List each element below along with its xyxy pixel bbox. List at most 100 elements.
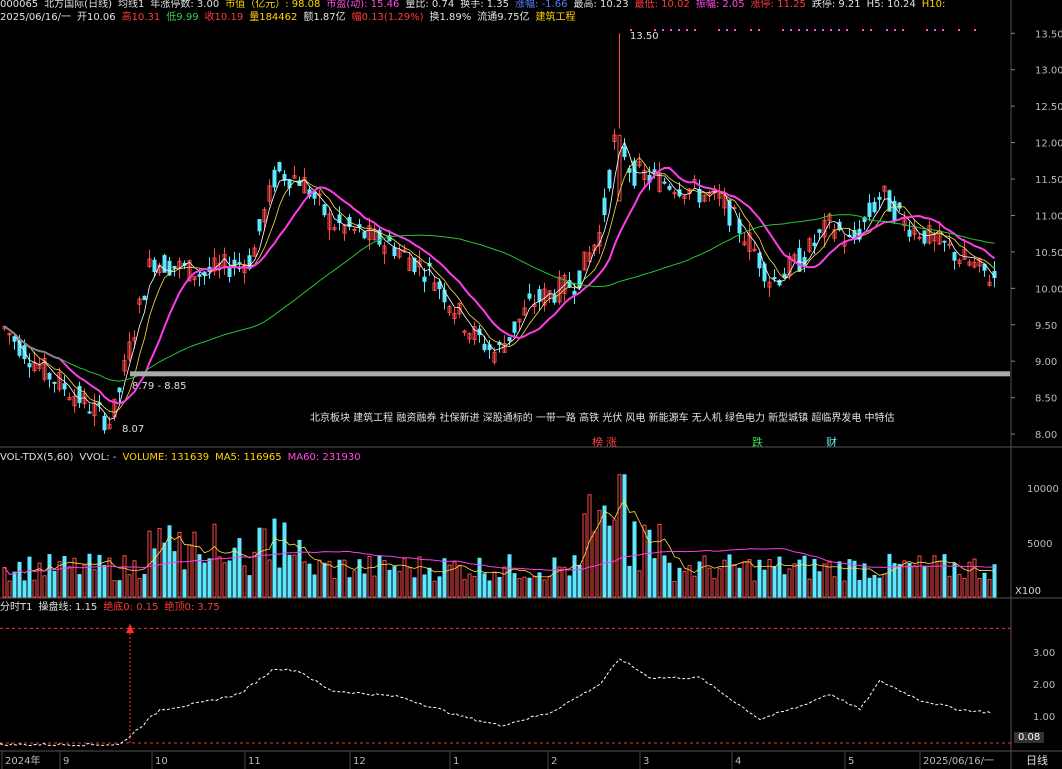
volume-bar <box>547 575 552 598</box>
candle-body <box>52 381 57 384</box>
x-tick-label: 2024年 <box>5 754 40 767</box>
volume-bar <box>907 563 912 598</box>
volume-bar <box>42 575 47 598</box>
x-tick-label: 3 <box>643 756 649 767</box>
candle-body <box>537 289 542 302</box>
signal-dot <box>934 29 936 31</box>
volume-bar <box>207 558 212 598</box>
candle-body <box>867 202 872 217</box>
candle-body <box>87 411 92 414</box>
signal-dot <box>926 29 928 31</box>
price-tick-label: 10.00 <box>1035 284 1062 295</box>
volume-bar <box>292 554 297 598</box>
volume-bar <box>727 554 732 598</box>
volume-bar <box>352 570 357 598</box>
volume-bar <box>987 579 992 598</box>
volume-bar <box>872 574 877 598</box>
volume-bar <box>452 561 457 598</box>
candle-body <box>12 336 17 342</box>
volume-bar <box>732 564 737 598</box>
volume-bar <box>477 557 482 598</box>
volume-bar <box>512 573 517 598</box>
signal-dot <box>902 29 904 31</box>
volume-bar <box>632 521 637 598</box>
x-tick-label: 1 <box>453 756 459 767</box>
signal-dot <box>758 29 760 31</box>
signal-dot <box>782 29 784 31</box>
candle-body <box>872 201 877 213</box>
volume-bar <box>2 566 7 598</box>
signal-dot <box>750 29 752 31</box>
volume-bar <box>592 531 597 598</box>
volume-bar <box>747 559 752 598</box>
volume-bar <box>947 575 952 598</box>
volume-bar <box>377 555 382 598</box>
signal-dot <box>846 29 848 31</box>
candle-body <box>697 188 702 203</box>
signal-dot <box>726 29 728 31</box>
volume-bar <box>882 573 887 598</box>
x-tick-label: 10 <box>155 756 168 767</box>
volume-bar <box>272 518 277 598</box>
signal-dot <box>630 29 632 31</box>
volume-bar <box>387 569 392 598</box>
candle-body <box>62 383 67 390</box>
chart-canvas[interactable]: 8.008.509.009.5010.0010.5011.0011.5012.0… <box>0 0 1062 769</box>
volume-bar <box>637 570 642 598</box>
candle-body <box>277 162 282 172</box>
volume-bar <box>287 554 292 598</box>
candle-body <box>952 252 957 261</box>
price-tick-label: 11.50 <box>1035 175 1062 186</box>
candle-body <box>602 197 607 216</box>
signal-dot <box>886 29 888 31</box>
x-tick-label: 12 <box>353 756 366 767</box>
volume-bar <box>532 575 537 598</box>
volume-bar <box>502 566 507 598</box>
volume-bar <box>47 554 52 598</box>
signal-dot <box>814 29 816 31</box>
volume-bar <box>432 580 437 598</box>
volume-bar <box>142 573 147 598</box>
x-tick-label: 5 <box>848 756 854 767</box>
volume-bar <box>162 542 167 598</box>
volume-bar <box>992 564 997 598</box>
volume-bar <box>437 576 442 598</box>
volume-bar <box>617 474 622 598</box>
volume-bar <box>237 538 242 598</box>
candle-body <box>552 294 557 303</box>
candle-body <box>757 252 762 269</box>
signal-dot <box>686 29 688 31</box>
volume-bar <box>657 524 662 598</box>
price-tick-label: 12.50 <box>1035 102 1062 113</box>
candle-body <box>482 343 487 351</box>
candle-body <box>897 202 902 209</box>
ma-line <box>4 141 995 421</box>
signal-dot <box>662 29 664 31</box>
volume-bar <box>602 505 607 598</box>
volume-bar <box>72 557 77 598</box>
volume-bar <box>82 564 87 598</box>
signal-dot <box>830 29 832 31</box>
volume-bar <box>867 577 872 598</box>
volume-bar <box>847 559 852 598</box>
volume-bar <box>552 557 557 598</box>
candle-body <box>942 240 947 243</box>
volume-bar <box>132 560 137 598</box>
volume-bar <box>87 553 92 598</box>
candle-body <box>172 265 177 269</box>
volume-bar <box>127 574 132 598</box>
candle-body <box>227 266 232 277</box>
volume-bar <box>772 565 777 598</box>
volume-bar <box>472 576 477 598</box>
volume-bar <box>137 578 142 598</box>
volume-bar <box>677 567 682 598</box>
volume-bar <box>12 571 17 598</box>
volume-bar <box>767 559 772 598</box>
volume-bar <box>972 558 977 598</box>
volume-bar <box>17 561 22 598</box>
candle-body <box>352 228 357 231</box>
volume-bar <box>117 580 122 598</box>
candle-body <box>812 242 817 247</box>
volume-bar <box>202 562 207 598</box>
volume-bar <box>262 528 267 598</box>
